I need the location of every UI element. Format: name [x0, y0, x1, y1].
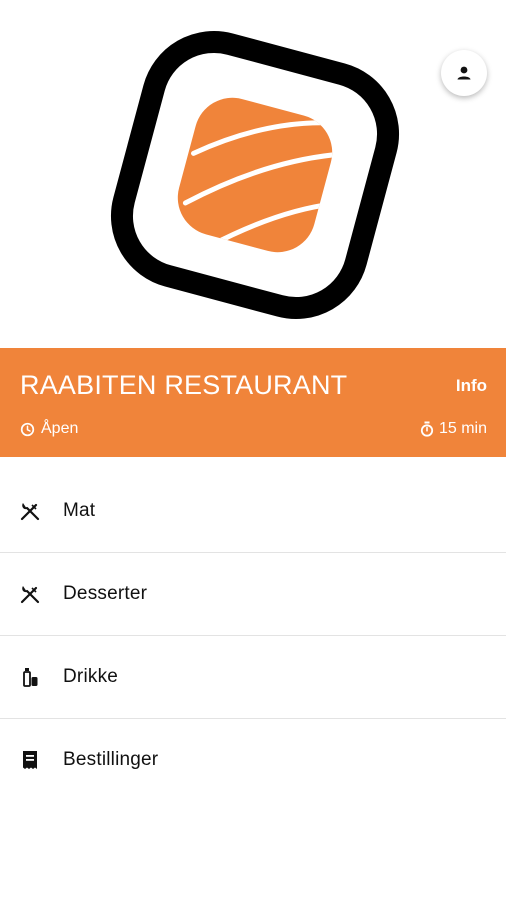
user-icon: [457, 66, 471, 80]
menu-item-label: Mat: [63, 500, 96, 521]
utensils-icon: [19, 500, 41, 522]
menu-item-drikke[interactable]: Drikke: [0, 636, 506, 719]
hero-header: [0, 0, 506, 348]
drink-icon: [19, 666, 41, 688]
timer-icon: [420, 421, 434, 437]
menu-item-label: Desserter: [63, 583, 148, 604]
restaurant-banner: RAABITEN RESTAURANT Info Åpen 15 min: [0, 348, 506, 457]
delivery-time-text: 15 min: [438, 420, 487, 437]
receipt-icon: [19, 749, 41, 771]
app-screen: RAABITEN RESTAURANT Info Åpen 15 min Mat…: [0, 0, 506, 900]
menu-item-bestillinger[interactable]: Bestillinger: [0, 719, 506, 801]
open-status: Åpen: [20, 420, 78, 438]
menu-item-label: Drikke: [63, 666, 119, 687]
sushi-logo: [110, 30, 400, 320]
delivery-time: 15 min: [420, 420, 487, 438]
menu-list: Mat Desserter Drikke Bestillinger: [0, 470, 506, 801]
status-text: Åpen: [41, 420, 79, 437]
menu-item-mat[interactable]: Mat: [0, 470, 506, 553]
clock-icon: [20, 422, 35, 436]
menu-item-label: Bestillinger: [63, 749, 159, 770]
profile-button[interactable]: [441, 50, 487, 96]
utensils-icon: [19, 583, 41, 605]
info-button[interactable]: Info: [456, 376, 487, 396]
restaurant-name: RAABITEN RESTAURANT: [20, 370, 348, 400]
menu-item-desserter[interactable]: Desserter: [0, 553, 506, 636]
